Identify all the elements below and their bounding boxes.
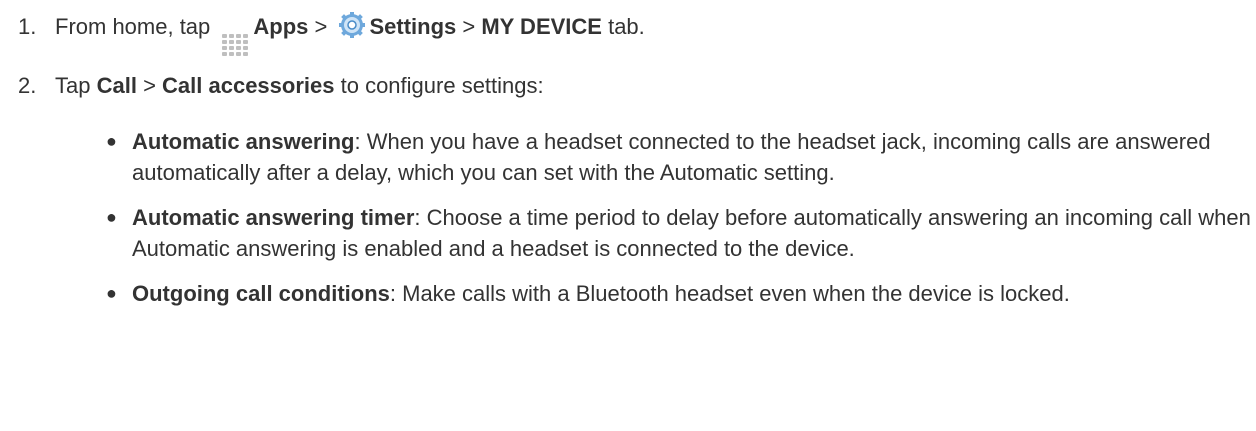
separator: > [136,73,163,98]
setting-description: : Make calls with a Bluetooth headset ev… [389,281,1070,306]
apps-label: Apps [253,14,309,39]
setting-term: Automatic answering [132,129,355,154]
list-item: ● Automatic answering: When you have a h… [106,126,1256,188]
setting-term: Outgoing call conditions [132,281,390,306]
bullet-icon: ● [106,207,117,227]
bullet-icon: ● [106,283,117,303]
settings-label: Settings [369,14,457,39]
separator: > [308,14,334,39]
step-text: to configure settings: [334,73,544,98]
step-2: 2. Tap Call > Call accessories to configu… [18,70,544,101]
call-accessories-label: Call accessories [162,73,335,98]
step-text: tab. [601,14,645,39]
step-number: 1. [18,14,37,39]
list-item: ● Outgoing call conditions: Make calls w… [106,278,1256,309]
list-item: ● Automatic answering timer: Choose a ti… [106,202,1256,264]
step-text: From home, tap [55,14,217,39]
call-label: Call [96,73,137,98]
step-text: Tap [55,73,97,98]
settings-list: ● Automatic answering: When you have a h… [106,126,1256,323]
setting-term: Automatic answering timer [132,205,415,230]
apps-grid-icon [222,34,249,58]
my-device-tab-label: MY DEVICE [481,14,602,39]
separator: > [456,14,482,39]
step-1: 1. From home, tap Apps > Settings > MY DE… [18,11,645,58]
bullet-icon: ● [106,131,117,151]
settings-gear-icon [339,12,366,38]
step-number: 2. [18,73,37,98]
